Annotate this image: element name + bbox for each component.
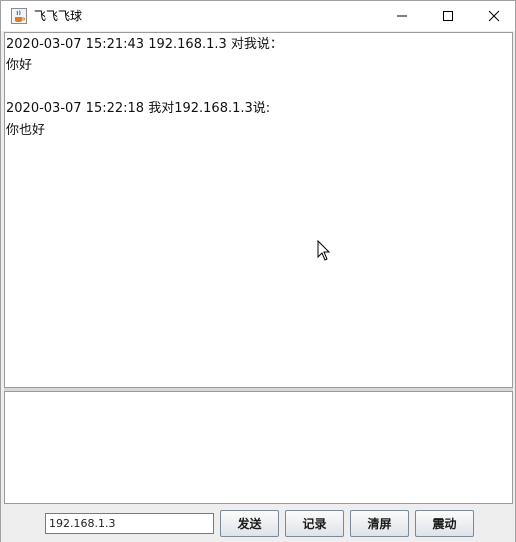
shake-button[interactable]: 震动	[415, 510, 474, 537]
send-button[interactable]: 发送	[220, 510, 279, 537]
minimize-button[interactable]	[379, 1, 425, 31]
window-title: 飞飞飞球	[34, 9, 83, 23]
clear-button[interactable]: 清屏	[350, 510, 409, 537]
title-bar[interactable]: 飞飞飞球	[1, 1, 515, 31]
record-button[interactable]: 记录	[285, 510, 344, 537]
chat-history[interactable]: 2020-03-07 15:21:43 192.168.1.3 对我说： 你好 …	[4, 32, 513, 388]
minimize-icon	[397, 15, 407, 17]
message-input[interactable]	[4, 391, 513, 504]
maximize-button[interactable]	[425, 1, 471, 31]
maximize-icon	[443, 11, 453, 21]
java-cup-icon	[11, 8, 27, 24]
bottom-toolbar: 发送 记录 清屏 震动	[1, 504, 515, 542]
ip-address-field[interactable]	[45, 513, 214, 534]
message-body: 你好	[6, 58, 33, 73]
close-button[interactable]	[471, 1, 516, 31]
close-icon	[488, 10, 500, 22]
mouse-pointer-icon	[317, 240, 331, 261]
message-header: 2020-03-07 15:22:18 我对192.168.1.3说:	[6, 101, 271, 116]
app-window: 飞飞飞球 2020-03-07 15:21:43 192.168.1.3 对我说…	[0, 0, 516, 542]
message-body: 你也好	[6, 123, 46, 138]
message-header: 2020-03-07 15:21:43 192.168.1.3 对我说：	[6, 37, 283, 52]
